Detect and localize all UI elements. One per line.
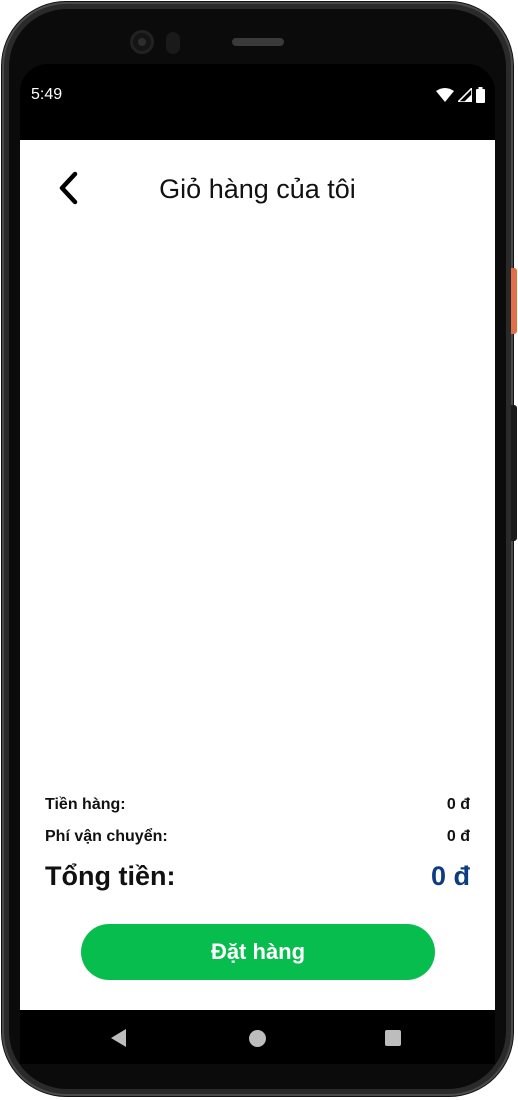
total-row: Tổng tiền: 0 đ	[45, 858, 470, 894]
proximity-sensor	[166, 32, 180, 54]
status-time: 5:49	[31, 86, 63, 103]
volume-button	[511, 405, 517, 541]
nav-home-icon[interactable]	[249, 1030, 266, 1047]
shipping-row: Phí vận chuyển: 0 đ	[45, 825, 470, 849]
nav-back-icon[interactable]	[111, 1029, 126, 1047]
shipping-value: 0 đ	[446, 828, 470, 845]
screen: 5:49 Giỏ hàng của tôi Tiền hàng: 0 đ Phí…	[20, 64, 495, 1064]
subtotal-value: 0 đ	[446, 796, 470, 813]
page-title: Giỏ hàng của tôi	[159, 174, 356, 204]
shipping-label: Phí vận chuyển:	[45, 828, 168, 845]
wifi-icon	[436, 88, 454, 102]
nav-recents-icon[interactable]	[385, 1030, 401, 1046]
power-button	[511, 268, 517, 334]
subtotal-label: Tiền hàng:	[45, 796, 126, 813]
system-nav-bar	[20, 1010, 495, 1064]
cart-screen: Giỏ hàng của tôi Tiền hàng: 0 đ Phí vận …	[20, 140, 495, 1010]
cellular-icon	[458, 88, 472, 102]
status-bar: 5:49	[20, 64, 495, 140]
front-camera	[130, 30, 154, 54]
total-value: 0 đ	[430, 860, 470, 891]
total-label: Tổng tiền:	[45, 860, 176, 891]
battery-icon	[476, 87, 485, 103]
earpiece-speaker	[232, 38, 284, 46]
status-icons	[436, 86, 485, 104]
cart-items-list	[20, 240, 495, 780]
place-order-button[interactable]: Đặt hàng	[81, 924, 435, 980]
subtotal-row: Tiền hàng: 0 đ	[45, 793, 470, 817]
